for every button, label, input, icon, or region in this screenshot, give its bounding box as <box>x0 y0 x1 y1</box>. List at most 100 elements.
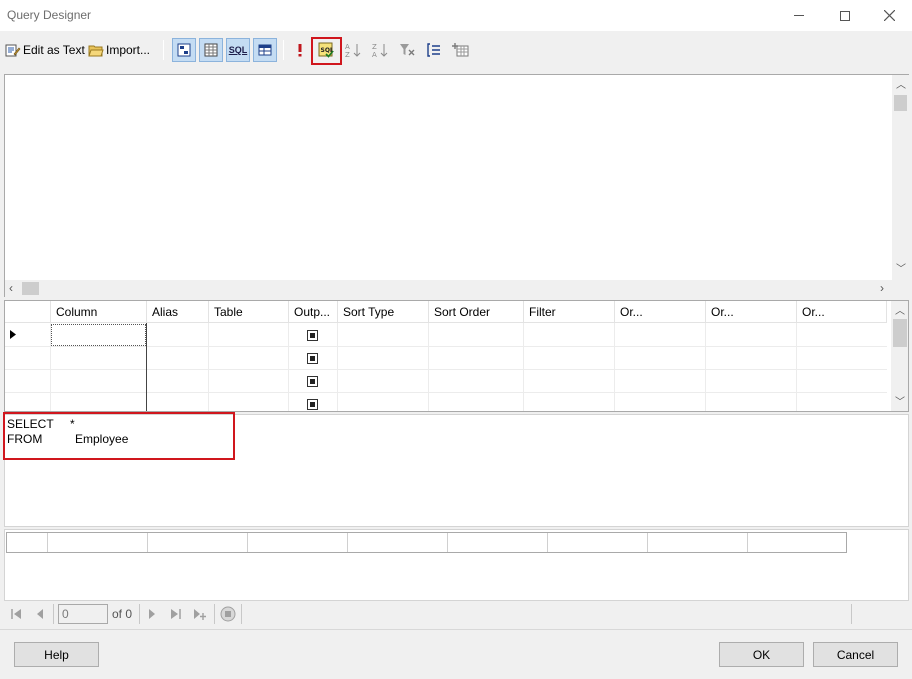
nav-separator <box>53 604 54 624</box>
column-header[interactable]: Column <box>51 301 147 323</box>
scroll-thumb[interactable] <box>893 319 907 347</box>
sort-descending-button[interactable]: ZA <box>368 38 392 62</box>
scroll-down-icon[interactable]: ﹀ <box>895 398 905 408</box>
results-pane-icon <box>258 44 272 56</box>
col-divider <box>614 323 615 411</box>
nav-separator <box>241 604 242 624</box>
scroll-down-icon[interactable]: ﹀ <box>896 265 906 275</box>
svg-text:Z: Z <box>372 43 377 51</box>
col-divider <box>337 323 338 411</box>
col-divider <box>796 323 797 411</box>
sort-ascending-icon: AZ <box>345 43 361 59</box>
minimize-button[interactable] <box>776 0 822 31</box>
scroll-left-icon[interactable]: ‹ <box>9 282 13 294</box>
last-record-icon[interactable] <box>170 608 182 620</box>
column-header[interactable]: Filter <box>524 301 615 323</box>
row-divider <box>5 346 887 347</box>
maximize-button[interactable] <box>822 0 868 31</box>
output-checkbox[interactable] <box>307 330 318 341</box>
col-divider <box>523 323 524 411</box>
col-divider <box>288 323 289 411</box>
col-divider <box>428 323 429 411</box>
column-header[interactable]: Or... <box>706 301 797 323</box>
col-divider <box>146 323 147 411</box>
output-checkbox[interactable] <box>307 353 318 364</box>
svg-text:A: A <box>345 43 350 51</box>
import-label: Import... <box>106 43 151 57</box>
sort-ascending-button[interactable]: AZ <box>341 38 365 62</box>
toolbar: Edit as Text Import... SQL SQL AZ ZA <box>0 31 912 69</box>
diagram-pane-toggle[interactable] <box>172 38 196 62</box>
column-header[interactable]: Or... <box>615 301 706 323</box>
scroll-thumb[interactable] <box>22 282 39 295</box>
scroll-thumb[interactable] <box>894 95 907 111</box>
stop-icon[interactable] <box>220 606 236 622</box>
previous-record-icon[interactable] <box>34 608 46 620</box>
column-header[interactable]: Sort Order <box>429 301 524 323</box>
remove-filter-button[interactable] <box>395 38 419 62</box>
import-button[interactable]: Import... <box>88 39 150 61</box>
edit-as-text-label: Edit as Text <box>23 43 85 57</box>
edit-text-icon <box>5 44 21 57</box>
exclamation-icon <box>298 44 302 57</box>
edit-as-text-button[interactable]: Edit as Text <box>5 39 85 61</box>
output-checkbox[interactable] <box>307 376 318 387</box>
close-button[interactable] <box>866 0 912 31</box>
grid-pane-icon <box>204 43 218 57</box>
diagram-pane-icon <box>177 43 191 57</box>
criteria-pane[interactable]: Column Alias Table Outp... Sort Type Sor… <box>4 300 909 412</box>
col-divider <box>208 323 209 411</box>
diagram-vertical-scrollbar[interactable]: ︿ ﹀ <box>892 75 909 280</box>
col-divider <box>705 323 706 411</box>
page-count-label: of 0 <box>112 607 133 621</box>
diagram-horizontal-scrollbar[interactable]: ‹ › <box>5 280 909 297</box>
sort-descending-icon: ZA <box>372 43 388 59</box>
open-folder-icon <box>88 45 104 57</box>
scroll-up-icon[interactable]: ︿ <box>895 307 905 317</box>
selected-cell[interactable] <box>51 324 146 346</box>
first-record-icon[interactable] <box>10 608 22 620</box>
sql-pane-icon: SQL <box>228 45 248 55</box>
results-grid-header <box>6 532 847 553</box>
criteria-pane-toggle[interactable] <box>199 38 223 62</box>
page-number-input[interactable]: 0 <box>58 604 108 624</box>
nav-separator <box>214 604 215 624</box>
row-divider <box>5 369 887 370</box>
use-group-by-button[interactable] <box>422 38 446 62</box>
diagram-pane[interactable]: ︿ ﹀ ‹ › <box>4 74 909 297</box>
column-header[interactable]: Alias <box>147 301 209 323</box>
column-header[interactable]: Or... <box>797 301 887 323</box>
add-table-button[interactable] <box>449 38 473 62</box>
footer-divider <box>0 629 912 630</box>
sql-pane-toggle[interactable]: SQL <box>226 38 250 62</box>
group-by-icon <box>427 43 440 57</box>
criteria-vertical-scrollbar[interactable]: ︿ ﹀ <box>891 301 908 411</box>
maximize-icon <box>840 10 850 21</box>
column-header[interactable]: Outp... <box>289 301 338 323</box>
cancel-button[interactable]: Cancel <box>813 642 898 667</box>
ok-button[interactable]: OK <box>719 642 804 667</box>
column-header[interactable]: Table <box>209 301 289 323</box>
scroll-up-icon[interactable]: ︿ <box>896 81 906 91</box>
scroll-right-icon[interactable]: › <box>880 282 884 294</box>
filter-icon <box>400 44 415 56</box>
minimize-icon <box>794 15 804 16</box>
column-header[interactable]: Sort Type <box>338 301 429 323</box>
new-record-icon[interactable] <box>193 607 207 621</box>
svg-text:Z: Z <box>345 51 350 59</box>
output-checkbox[interactable] <box>307 399 318 410</box>
row-header-corner <box>5 301 51 323</box>
toolbar-separator <box>283 40 284 60</box>
results-pane[interactable] <box>4 529 909 601</box>
next-record-icon[interactable] <box>146 608 158 620</box>
nav-separator <box>851 604 852 624</box>
title-bar: Query Designer <box>0 0 912 31</box>
run-query-button[interactable] <box>288 38 312 62</box>
add-table-icon <box>452 43 469 57</box>
results-navigator: 0 of 0 <box>5 601 907 627</box>
help-button[interactable]: Help <box>14 642 99 667</box>
verify-sql-highlight <box>311 37 342 65</box>
svg-text:A: A <box>372 51 377 59</box>
results-pane-toggle[interactable] <box>253 38 277 62</box>
window-title: Query Designer <box>7 8 92 22</box>
